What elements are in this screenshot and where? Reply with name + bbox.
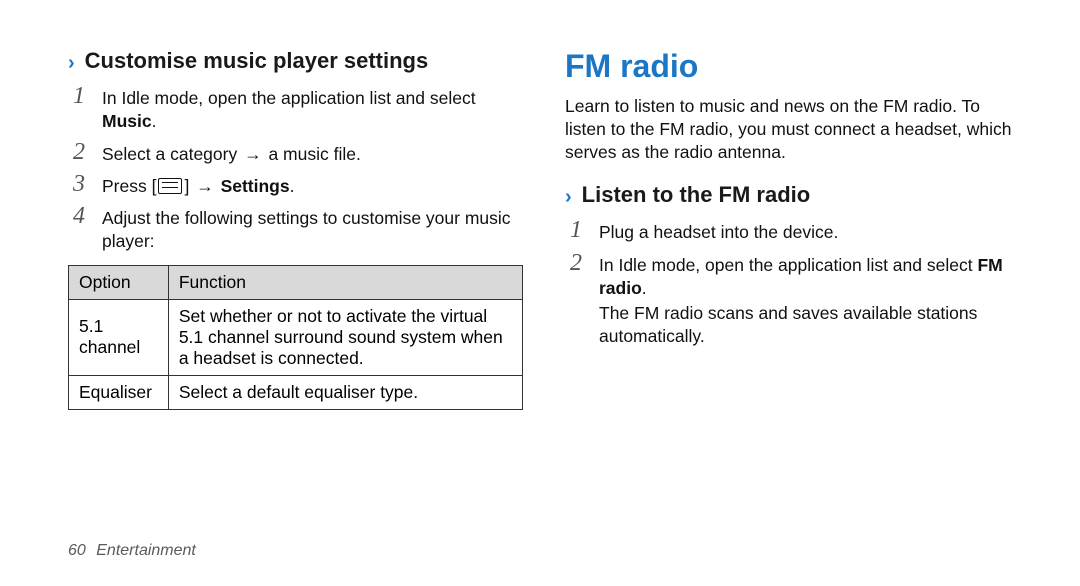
- arrow-icon: →: [244, 144, 262, 164]
- step-text-post: .: [642, 278, 647, 298]
- step-text: In Idle mode, open the application list …: [102, 88, 476, 108]
- right-step-1: 1 Plug a headset into the device.: [565, 218, 1020, 244]
- step-number: 1: [68, 84, 90, 108]
- section-name: Entertainment: [96, 542, 196, 559]
- left-steps: 1 In Idle mode, open the application lis…: [68, 82, 523, 259]
- right-step-2: 2 In Idle mode, open the application lis…: [565, 251, 1020, 348]
- options-table: Option Function 5.1 channel Set whether …: [68, 265, 523, 410]
- left-step-1: 1 In Idle mode, open the application lis…: [68, 84, 523, 133]
- step-bold: Settings: [216, 176, 290, 196]
- left-step-2: 2 Select a category → a music file.: [68, 140, 523, 166]
- step-body: Select a category → a music file.: [102, 140, 523, 166]
- right-subheading-text: Listen to the FM radio: [582, 182, 811, 208]
- step-text-mid: ]: [184, 176, 194, 196]
- page-number: 60: [68, 542, 86, 559]
- right-steps: 1 Plug a headset into the device. 2 In I…: [565, 216, 1020, 353]
- table-cell-option: Equaliser: [69, 375, 169, 409]
- chevron-icon: ›: [565, 187, 572, 207]
- table-header-row: Option Function: [69, 265, 523, 299]
- step-body: Plug a headset into the device.: [599, 218, 1020, 244]
- left-column: › Customise music player settings 1 In I…: [68, 48, 523, 538]
- step-body: Press [] → Settings.: [102, 172, 523, 198]
- left-subheading-text: Customise music player settings: [85, 48, 429, 74]
- step-number: 2: [565, 251, 587, 275]
- step-number: 1: [565, 218, 587, 242]
- arrow-icon: →: [196, 176, 214, 196]
- step-number: 4: [68, 204, 90, 228]
- table-cell-option: 5.1 channel: [69, 299, 169, 375]
- step-text: In Idle mode, open the application list …: [599, 255, 977, 275]
- step-body: In Idle mode, open the application list …: [102, 84, 523, 133]
- step-text-post: .: [152, 111, 157, 131]
- step-number: 3: [68, 172, 90, 196]
- menu-key-icon: [158, 178, 182, 194]
- step-note: The FM radio scans and saves available s…: [599, 302, 1020, 348]
- step-text: Plug a headset into the device.: [599, 222, 838, 242]
- right-subheading: › Listen to the FM radio: [565, 182, 1020, 208]
- step-text-post: a music file.: [264, 144, 361, 164]
- table-cell-function: Select a default equaliser type.: [168, 375, 522, 409]
- step-text: Select a category: [102, 144, 242, 164]
- table-row: Equaliser Select a default equaliser typ…: [69, 375, 523, 409]
- page-footer: 60 Entertainment: [68, 542, 196, 560]
- table-header-option: Option: [69, 265, 169, 299]
- table-cell-function: Set whether or not to activate the virtu…: [168, 299, 522, 375]
- right-intro-text: Learn to listen to music and news on the…: [565, 95, 1020, 164]
- chevron-icon: ›: [68, 53, 75, 73]
- right-section-heading: FM radio: [565, 48, 1020, 85]
- step-bold: Music: [102, 111, 152, 131]
- step-text-post: .: [290, 176, 295, 196]
- table-header-function: Function: [168, 265, 522, 299]
- right-column: FM radio Learn to listen to music and ne…: [565, 48, 1020, 538]
- step-body: Adjust the following settings to customi…: [102, 204, 523, 253]
- step-text: Press [: [102, 176, 156, 196]
- left-step-4: 4 Adjust the following settings to custo…: [68, 204, 523, 253]
- step-number: 2: [68, 140, 90, 164]
- step-body: In Idle mode, open the application list …: [599, 251, 1020, 348]
- left-step-3: 3 Press [] → Settings.: [68, 172, 523, 198]
- step-text: Adjust the following settings to customi…: [102, 208, 511, 251]
- table-row: 5.1 channel Set whether or not to activa…: [69, 299, 523, 375]
- page: › Customise music player settings 1 In I…: [0, 0, 1080, 586]
- left-subheading: › Customise music player settings: [68, 48, 523, 74]
